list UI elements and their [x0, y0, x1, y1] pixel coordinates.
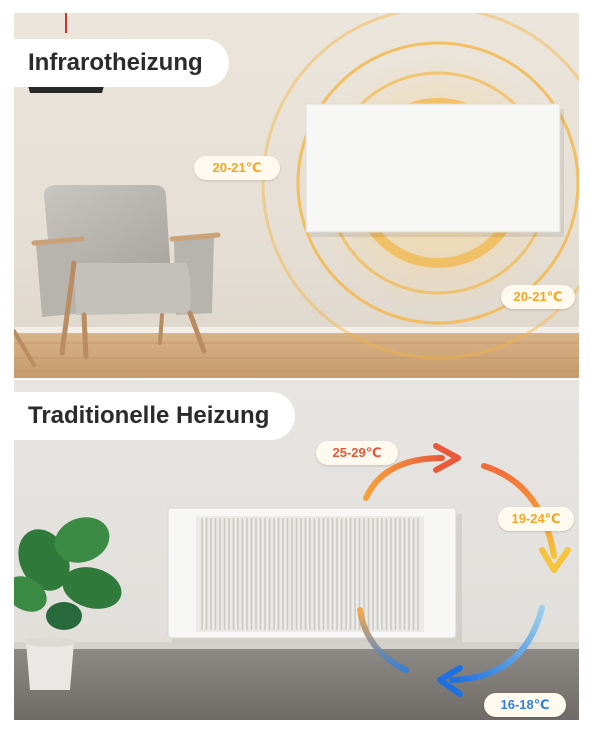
potted-plant-illustration: [14, 517, 122, 690]
infrared-heater-panel: [305, 103, 561, 233]
wooden-floor: [14, 331, 579, 378]
traditional-title: Traditionelle Heizung: [14, 392, 296, 440]
arrow-head-right: [539, 547, 571, 573]
radiator-body: [167, 507, 457, 639]
traditional-temp-right-badge: 19-24℃: [498, 507, 574, 531]
heat-circulation-arrows: [357, 455, 557, 683]
infrared-heating-panel: Infrarotheizung 20-21℃ 20-21℃: [14, 13, 579, 378]
armchair-illustration: [14, 185, 221, 367]
traditional-temp-bottom-badge: 16-18℃: [484, 693, 566, 717]
infrared-temp-right-badge: 20-21℃: [501, 285, 575, 309]
heat-glow: [308, 53, 568, 313]
infrared-temp-left-badge: 20-21℃: [194, 156, 280, 180]
baseboard: [14, 642, 579, 649]
traditional-temp-top-badge: 25-29℃: [316, 441, 398, 465]
comparison-image: Infrarotheizung 20-21℃ 20-21℃ Traditione…: [0, 0, 591, 745]
radiator-fins: [201, 518, 419, 630]
arrow-head-top: [433, 443, 461, 473]
radiator-shadow: [172, 514, 462, 642]
baseboard: [14, 327, 579, 333]
arrow-head-bottom: [437, 665, 463, 697]
traditional-heating-panel: Traditionelle Heizung 25-29℃ 19-24℃ 16-1…: [14, 380, 579, 720]
infrared-panel-shadow: [310, 109, 564, 237]
infrared-title: Infrarotheizung: [14, 39, 229, 87]
